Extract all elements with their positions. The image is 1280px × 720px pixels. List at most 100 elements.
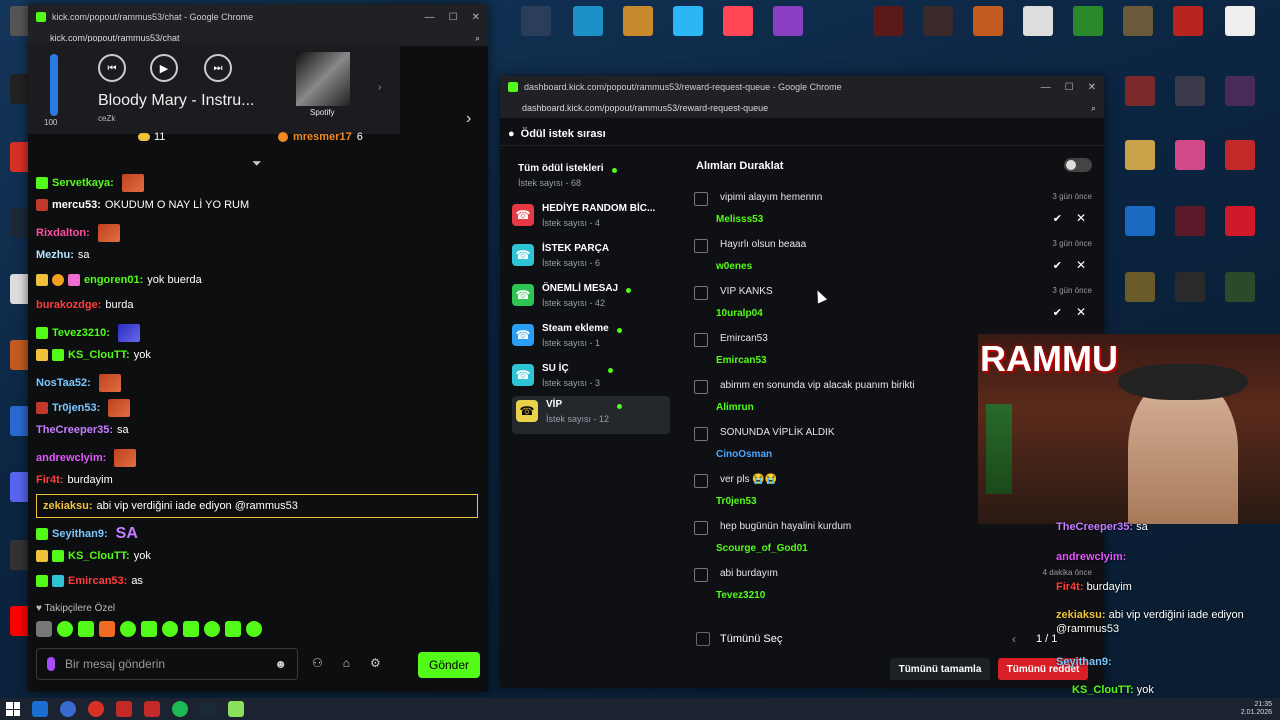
zoom-icon[interactable]: ⌕ [475, 33, 480, 44]
request-user[interactable]: 10uralp04 [716, 308, 763, 319]
chat-username[interactable]: Mezhu: [36, 249, 74, 261]
request-user[interactable]: Melisss53 [716, 214, 763, 225]
chat-username[interactable]: Rixdalton: [36, 227, 90, 239]
request-checkbox[interactable] [694, 568, 708, 582]
chat-username[interactable]: burakozdge: [36, 299, 101, 311]
request-user[interactable]: CinoOsman [716, 449, 772, 460]
previous-track-icon[interactable]: ⏮ [98, 54, 126, 82]
select-all-checkbox[interactable] [696, 632, 710, 646]
request-user[interactable]: Emircan53 [716, 355, 767, 366]
desktop-icon-game-14[interactable] [1166, 140, 1214, 172]
chat-username[interactable]: Fir4t: [36, 474, 64, 486]
chat-username[interactable]: KS_ClouTT: [68, 550, 130, 562]
minimize-icon[interactable]: — [425, 12, 435, 23]
taskbar-app-icon[interactable] [144, 701, 160, 717]
chat-username[interactable]: Servetkaya: [52, 177, 114, 189]
chat-input[interactable]: Bir mesaj gönderin ☻ [36, 648, 298, 680]
play-icon[interactable]: ▶ [150, 54, 178, 82]
request-checkbox[interactable] [694, 474, 708, 488]
request-checkbox[interactable] [694, 192, 708, 206]
desktop-icon-game-2[interactable] [864, 6, 912, 38]
desktop-icon-game-21[interactable] [1216, 272, 1264, 304]
emote-icon[interactable] [99, 621, 115, 637]
chat-window-titlebar[interactable]: kick.com/popout/rammus53/chat - Google C… [28, 4, 488, 30]
windows-start-icon[interactable] [6, 702, 20, 716]
approve-check-icon[interactable]: ✔ [1053, 306, 1062, 319]
zoom-icon[interactable]: ⌕ [1091, 103, 1096, 114]
close-icon[interactable]: ✕ [1088, 82, 1096, 93]
maximize-icon[interactable]: ☐ [1065, 82, 1074, 93]
chat-username[interactable]: engoren01: [84, 274, 143, 286]
request-user[interactable]: Tevez3210 [716, 590, 765, 601]
chat-username[interactable]: zekiaksu: [43, 500, 93, 512]
desktop-icon-game-15[interactable] [1216, 140, 1264, 172]
emote-icon[interactable] [246, 621, 262, 637]
desktop-icon-game-6[interactable] [1064, 6, 1112, 38]
request-checkbox[interactable] [694, 333, 708, 347]
desktop-icon-game-7[interactable] [1114, 6, 1162, 38]
desktop-icon-raft[interactable] [564, 6, 612, 38]
request-checkbox[interactable] [694, 427, 708, 441]
desktop-icon-game-17[interactable] [1166, 206, 1214, 238]
chat-username[interactable]: mercu53: [52, 199, 101, 211]
emote-icon[interactable] [162, 621, 178, 637]
desktop-icon-pubg[interactable] [614, 6, 662, 38]
chat-username[interactable]: Seyithan9: [52, 528, 108, 540]
chat-username[interactable]: KS_ClouTT: [68, 349, 130, 361]
desktop-icon-game-8[interactable] [1164, 6, 1212, 38]
emote-icon[interactable] [36, 621, 52, 637]
desktop-icon-game-11[interactable] [1166, 76, 1214, 108]
reward-item-all[interactable]: Tüm ödül istekleri İstek sayısı - 68 [512, 160, 672, 196]
chat-filter-icon[interactable]: ⏷ [252, 156, 262, 171]
maximize-icon[interactable]: ☐ [449, 12, 458, 23]
reject-x-icon[interactable]: ✕ [1076, 305, 1086, 319]
taskbar-clock[interactable]: 21:35 2.01.2026 [1241, 701, 1272, 717]
complete-all-button[interactable]: Tümünü tamamla [890, 658, 990, 680]
taskbar-steam-icon[interactable] [200, 701, 216, 717]
chat-username[interactable]: Emircan53: [68, 575, 127, 587]
taskbar-app-icon[interactable] [60, 701, 76, 717]
dashboard-url-bar[interactable]: dashboard.kick.com/popout/rammus53/rewar… [500, 98, 1104, 118]
chat-username[interactable]: andrewclyim: [36, 452, 106, 464]
reject-x-icon[interactable]: ✕ [1076, 258, 1086, 272]
reward-item-su-ic[interactable]: ☎ SU İÇ İstek sayısı - 3 [512, 360, 672, 396]
reward-item-hediye[interactable]: ☎ HEDİYE RANDOM BİC... İstek sayısı - 4 [512, 200, 672, 236]
emote-icon[interactable] [141, 621, 157, 637]
request-checkbox[interactable] [694, 286, 708, 300]
taskbar-chrome-icon[interactable] [88, 701, 104, 717]
reward-item-steam-ekleme[interactable]: ☎ Steam ekleme İstek sayısı - 1 [512, 320, 672, 356]
request-user[interactable]: w0enes [716, 261, 752, 272]
chat-username[interactable]: NosTaa52: [36, 377, 91, 389]
desktop-icon-elf[interactable] [512, 6, 560, 38]
request-checkbox[interactable] [694, 239, 708, 253]
emote-icon[interactable] [204, 621, 220, 637]
taskbar-app-icon[interactable] [32, 701, 48, 717]
reward-item-onemli-mesaj[interactable]: ☎ ÖNEMLİ MESAJ İstek sayısı - 42 [512, 280, 672, 316]
chat-username[interactable]: Tr0jen53: [52, 402, 100, 414]
chat-username[interactable]: Tevez3210: [52, 327, 110, 339]
desktop-icon-game[interactable] [764, 6, 812, 38]
minimize-icon[interactable]: — [1041, 82, 1051, 93]
settings-gear-icon[interactable]: ⚙ [370, 656, 381, 670]
desktop-icon-game-18[interactable] [1216, 206, 1264, 238]
emote-icon[interactable] [183, 621, 199, 637]
desktop-icon-valorant[interactable] [714, 6, 762, 38]
taskbar-app-icon[interactable] [228, 701, 244, 717]
prev-page-icon[interactable]: ‹ [1012, 632, 1016, 646]
pause-toggle[interactable] [1064, 158, 1092, 172]
desktop-icon-game-16[interactable] [1116, 206, 1164, 238]
desktop-icon-game-9[interactable] [1216, 6, 1264, 38]
send-button[interactable]: Gönder [418, 652, 480, 678]
desktop-icon-fortnite[interactable] [664, 6, 712, 38]
emote-icon[interactable] [57, 621, 73, 637]
desktop-icon-game-10[interactable] [1116, 76, 1164, 108]
desktop-icon-game-12[interactable] [1216, 76, 1264, 108]
desktop-icon-game-20[interactable] [1166, 272, 1214, 304]
emote-icon[interactable] [225, 621, 241, 637]
request-user[interactable]: Alimrun [716, 402, 754, 413]
desktop-icon-game-19[interactable] [1116, 272, 1164, 304]
taskbar-spotify-icon[interactable] [172, 701, 188, 717]
volume-slider[interactable] [50, 54, 58, 116]
approve-check-icon[interactable]: ✔ [1053, 212, 1062, 225]
emote-icon[interactable] [120, 621, 136, 637]
